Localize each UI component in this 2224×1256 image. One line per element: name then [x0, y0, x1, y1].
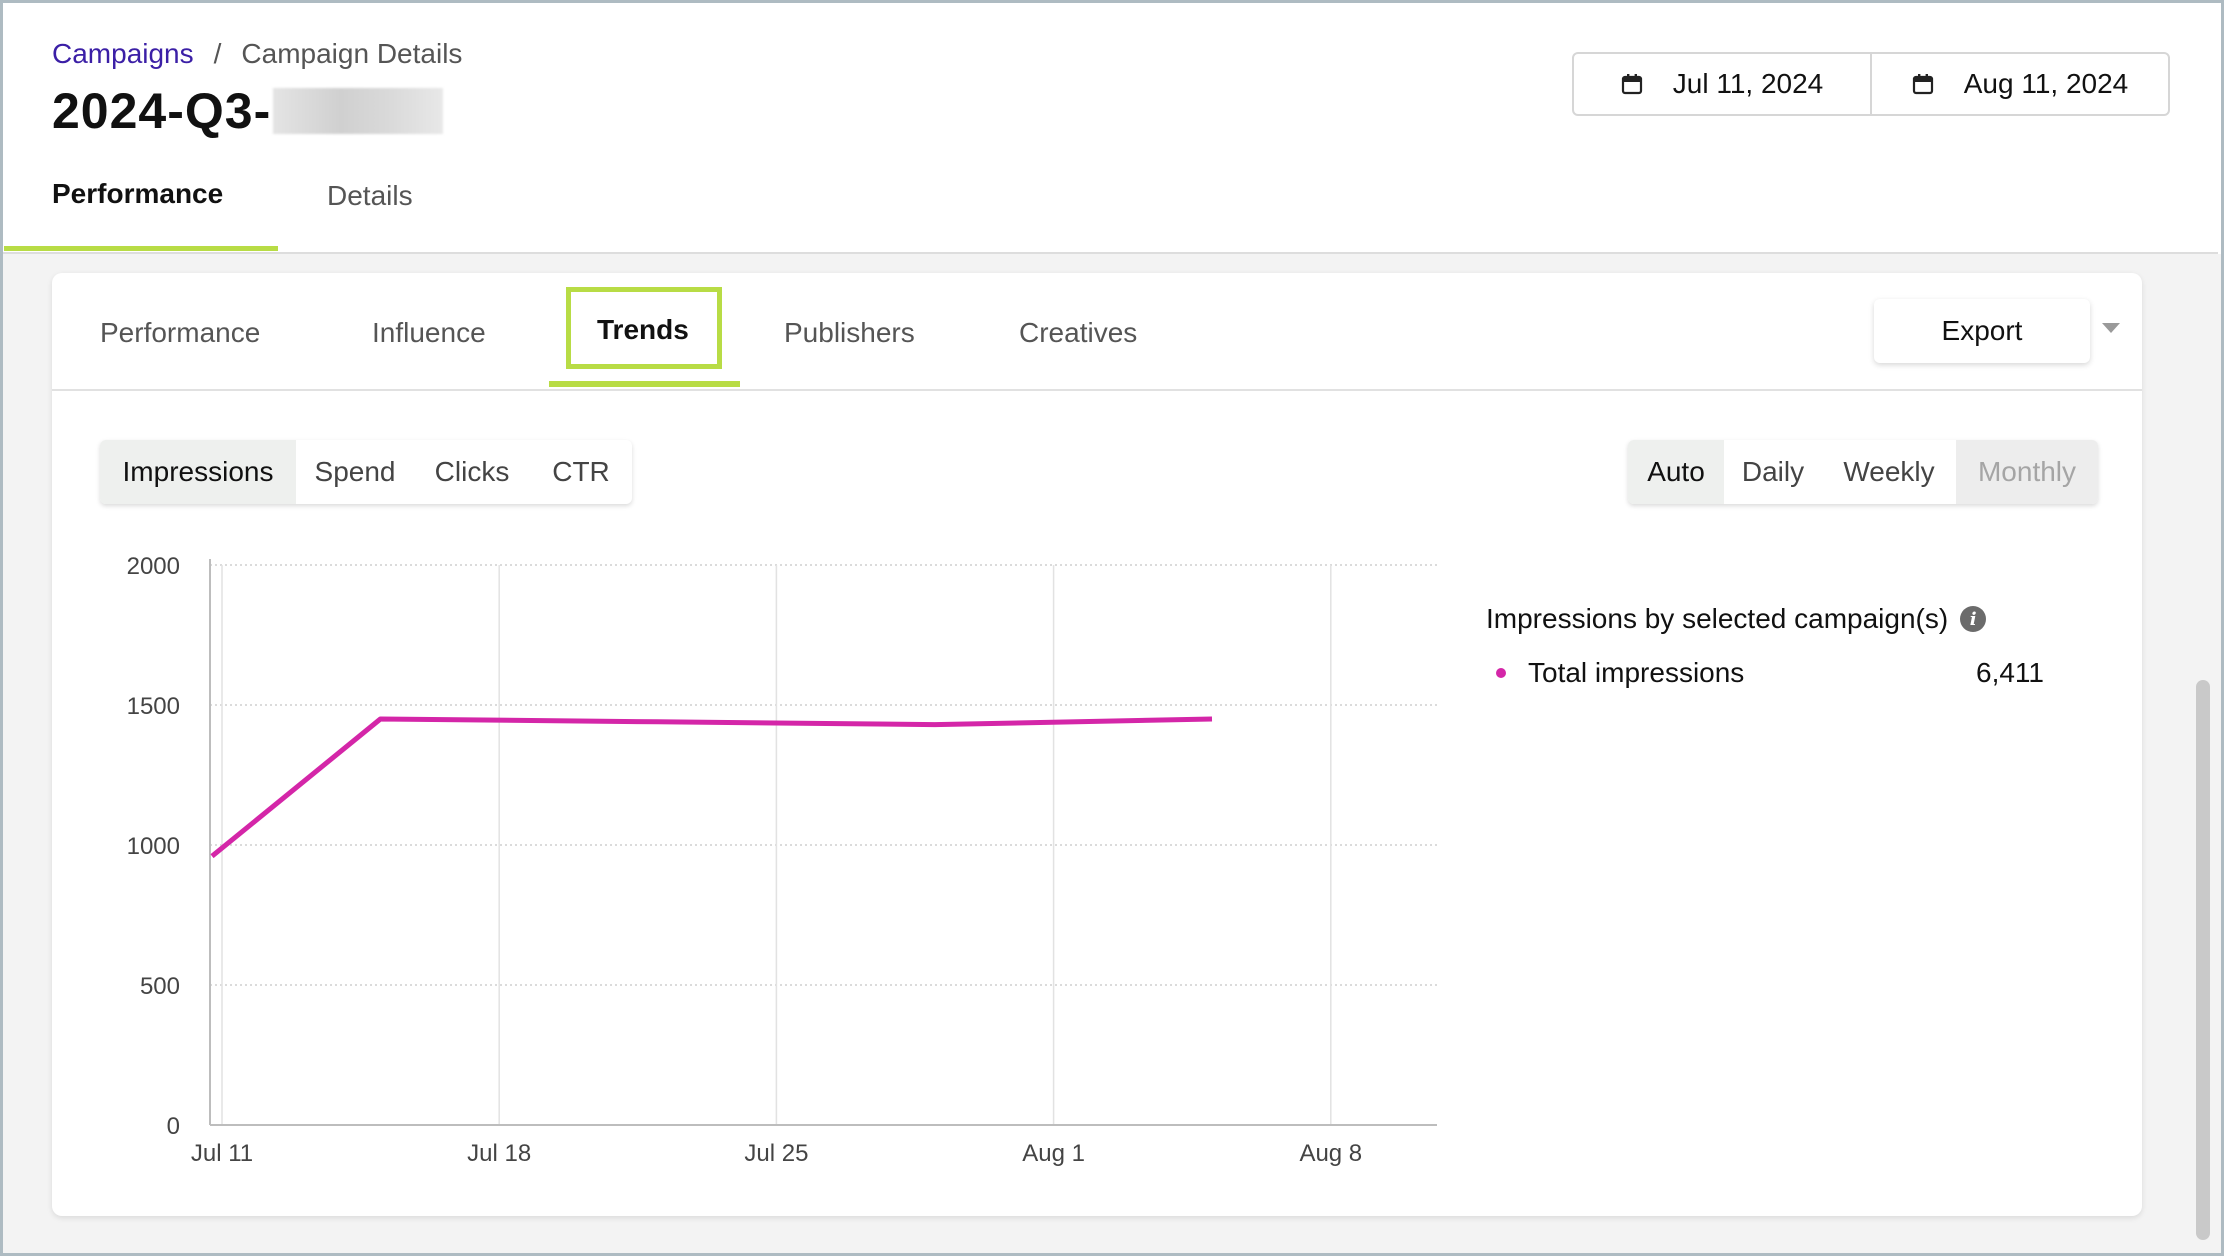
info-icon[interactable]: i	[1960, 606, 1987, 632]
start-date-label: Jul 11, 2024	[1672, 68, 1824, 99]
breadcrumb: Campaigns / Campaign Details	[52, 38, 462, 70]
breadcrumb-campaigns-link[interactable]: Campaigns	[52, 38, 194, 70]
breadcrumb-current: Campaign Details	[241, 38, 463, 69]
active-tab-indicator	[4, 246, 278, 251]
redacted-title-suffix	[273, 88, 444, 134]
interval-monthly-button: Monthly	[1956, 440, 2098, 504]
calendar-icon	[1912, 74, 1933, 95]
scrollbar[interactable]	[2196, 680, 2210, 1240]
tab-performance[interactable]: Performance	[52, 178, 223, 210]
legend-dot-icon	[1496, 668, 1506, 678]
main-tabs: Performance Details	[0, 172, 2218, 254]
end-date-label: Aug 11, 2024	[1963, 68, 2129, 99]
x-tick-label: Jul 11	[191, 1140, 253, 1167]
legend-title: Impressions by selected campaign(s) i	[1486, 603, 1987, 635]
page-title: 2024-Q3-	[52, 82, 444, 140]
x-tick-label: Jul 18	[467, 1140, 531, 1167]
impressions-line-chart: 0 500 1000 1500 2000 Jul 11 Jul 18 Jul 25 Aug 1 A…	[127, 553, 1437, 1167]
x-tick-label: Aug 1	[1022, 1140, 1085, 1167]
page-title-text: 2024-Q3-	[52, 83, 272, 139]
x-tick-label: Aug 8	[1299, 1140, 1362, 1167]
interval-weekly-button[interactable]: Weekly	[1822, 440, 1956, 504]
legend-item: Total impressions 6,411	[1496, 657, 2044, 689]
end-date-button[interactable]: Aug 11, 2024	[1870, 54, 2168, 114]
y-tick-label: 1500	[127, 693, 180, 720]
x-tick-label: Jul 25	[744, 1140, 808, 1167]
breadcrumb-separator: /	[213, 38, 222, 69]
tab-details[interactable]: Details	[327, 180, 413, 212]
interval-auto-button[interactable]: Auto	[1628, 440, 1724, 504]
interval-daily-button[interactable]: Daily	[1724, 440, 1822, 504]
y-tick-label: 1000	[127, 833, 180, 860]
export-button[interactable]: Export	[1874, 299, 2090, 363]
y-tick-label: 500	[140, 973, 180, 1000]
start-date-button[interactable]: Jul 11, 2024	[1574, 54, 1870, 114]
calendar-icon	[1621, 74, 1642, 95]
y-tick-label: 2000	[127, 553, 180, 580]
date-range-picker: Jul 11, 2024 Aug 11, 2024	[1572, 52, 2170, 116]
legend-title-text: Impressions by selected campaign(s)	[1486, 603, 1949, 634]
y-tick-label: 0	[167, 1113, 180, 1140]
series-line-total-impressions	[210, 716, 1213, 859]
legend-item-label: Total impressions	[1528, 657, 1745, 688]
legend-item-value: 6,411	[1976, 657, 2044, 688]
trends-card: Performance Influence Trends Publishers …	[52, 273, 2142, 1216]
interval-toggle: Auto Daily Weekly Monthly	[1628, 440, 2098, 504]
chevron-down-icon[interactable]	[2102, 323, 2120, 333]
